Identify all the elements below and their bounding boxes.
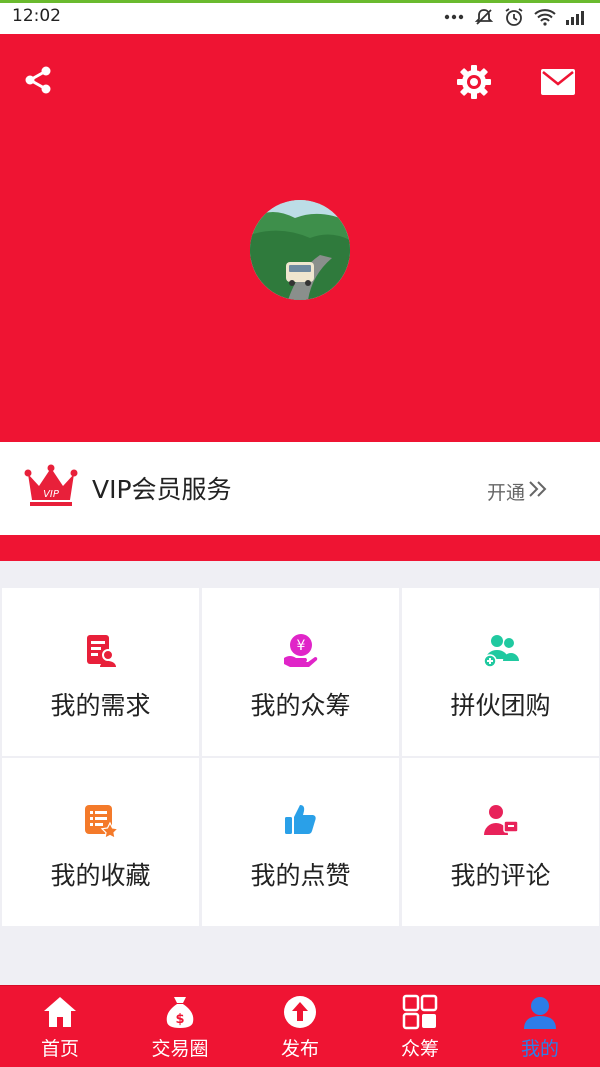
comment-user-icon: [482, 802, 519, 839]
mail-button[interactable]: [538, 64, 578, 104]
menu-item-label: 我的点赞: [250, 861, 351, 890]
menu-item-my-demand[interactable]: 我的需求: [2, 588, 199, 756]
tab-crowdfunding[interactable]: 众筹: [360, 986, 480, 1067]
status-bar: 12:02: [0, 0, 600, 34]
grid-apps-icon: [402, 994, 438, 1030]
tab-label: 我的: [520, 1038, 559, 1060]
vip-crown-icon: VIP: [24, 464, 78, 508]
double-chevron-right-icon: [527, 479, 549, 504]
mail-icon: [540, 68, 576, 100]
signal-icon: [566, 9, 588, 25]
tab-trade-circle[interactable]: $ 交易圈: [120, 986, 240, 1067]
header-bottom-strip: [0, 535, 600, 561]
tab-label: 众筹: [400, 1038, 439, 1060]
settings-button[interactable]: [454, 64, 494, 104]
menu-item-group-buy[interactable]: 拼伙团购: [402, 588, 599, 756]
group-people-icon: [482, 632, 519, 669]
svg-text:VIP: VIP: [43, 489, 60, 500]
mute-icon: [474, 7, 494, 27]
status-time: 12:02: [12, 6, 61, 26]
status-icons: [444, 6, 588, 28]
menu-item-my-likes[interactable]: 我的点赞: [202, 758, 399, 926]
menu-item-label: 拼伙团购: [450, 691, 551, 720]
home-icon: [42, 994, 78, 1030]
menu-item-my-favorites[interactable]: 我的收藏: [2, 758, 199, 926]
menu-grid: 我的需求 ¥ 我的众筹 拼伙团购 我的收藏 我的点赞 我的评论: [0, 586, 600, 926]
menu-item-label: 我的需求: [50, 691, 151, 720]
vip-card[interactable]: VIP VIP会员服务 开通: [0, 442, 600, 535]
wifi-icon: [534, 8, 556, 26]
demand-doc-icon: [82, 632, 119, 669]
tab-home[interactable]: 首页: [0, 986, 120, 1067]
menu-item-label: 我的众筹: [250, 691, 351, 720]
svg-text:$: $: [175, 1012, 184, 1027]
settings-gear-icon: [456, 64, 492, 104]
more-dots-icon: [444, 14, 464, 20]
thumbs-up-icon: [282, 802, 319, 839]
menu-item-my-comments[interactable]: 我的评论: [402, 758, 599, 926]
menu-item-my-crowdfunding[interactable]: ¥ 我的众筹: [202, 588, 399, 756]
share-icon: [22, 64, 54, 100]
tab-publish[interactable]: 发布: [240, 986, 360, 1067]
profile-header: [0, 34, 600, 442]
alarm-icon: [504, 7, 524, 27]
tab-label: 交易圈: [151, 1038, 209, 1060]
vip-open-label: 开通: [487, 482, 526, 504]
tab-label: 首页: [40, 1038, 79, 1060]
publish-upload-icon: [282, 994, 318, 1030]
menu-item-label: 我的收藏: [50, 861, 151, 890]
vip-title: VIP会员服务: [92, 475, 232, 504]
user-profile-icon: [522, 994, 558, 1030]
avatar[interactable]: [250, 200, 350, 300]
favorites-list-icon: [82, 802, 120, 840]
bottom-tab-bar: 首页 $ 交易圈 发布 众筹 我的: [0, 985, 600, 1067]
menu-item-label: 我的评论: [450, 861, 551, 890]
svg-text:¥: ¥: [297, 638, 306, 654]
tab-label: 发布: [280, 1038, 319, 1060]
money-bag-icon: $: [162, 994, 198, 1030]
crowdfund-yen-icon: ¥: [282, 632, 319, 669]
vip-open-link[interactable]: 开通: [487, 478, 549, 505]
share-button[interactable]: [18, 62, 58, 102]
tab-mine[interactable]: 我的: [480, 986, 600, 1067]
